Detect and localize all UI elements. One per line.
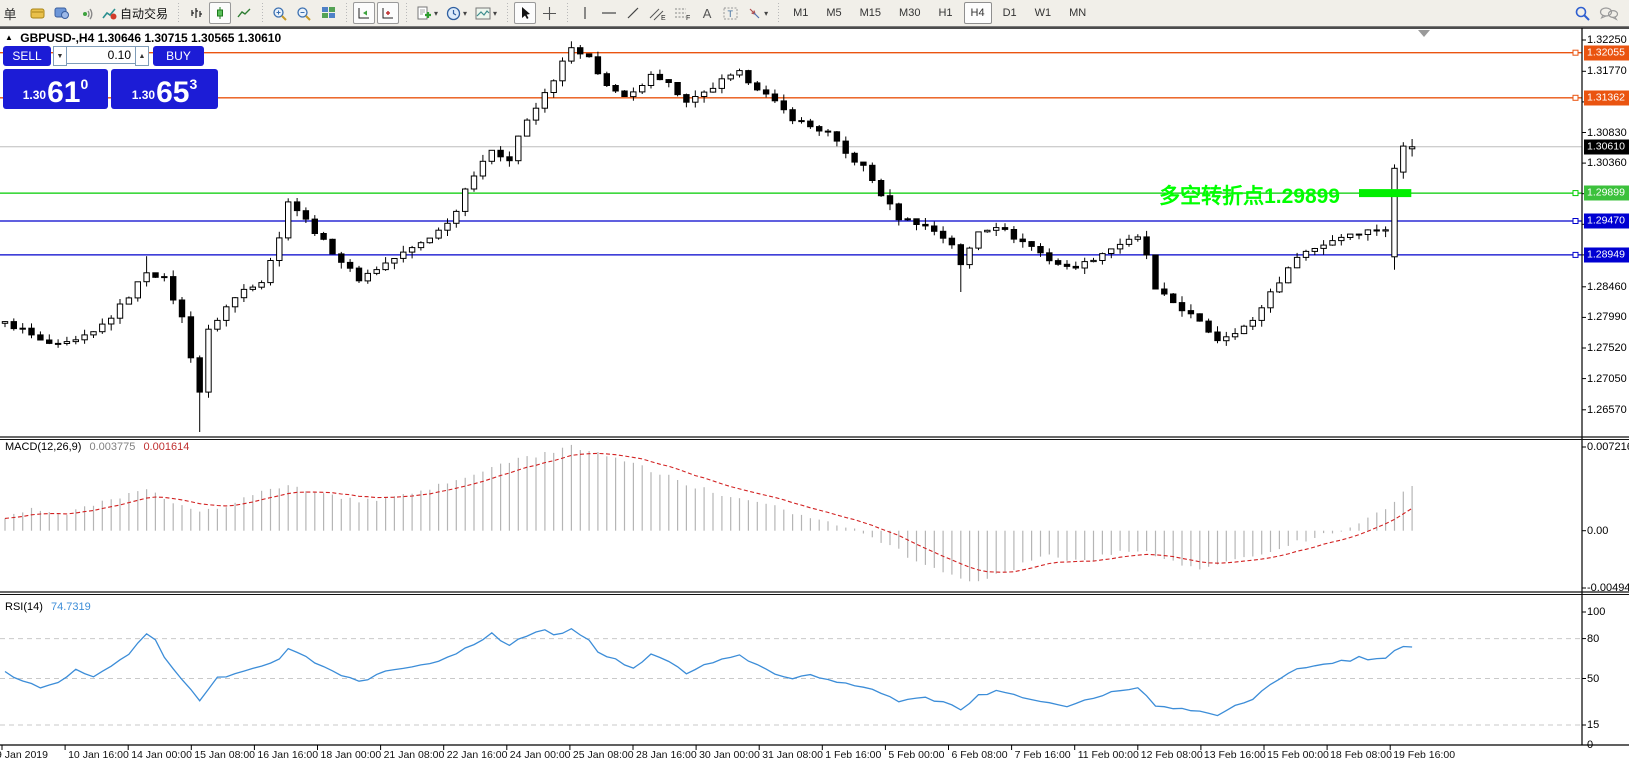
one-click-trading-panel: SELL ▼ ▲ BUY 1.30 61 0 1.30 65 3	[3, 46, 221, 109]
main-toolbar: 单 自动交易 ▾ ▾	[0, 0, 1629, 27]
trendline-tool[interactable]	[622, 2, 644, 24]
signals-icon[interactable]	[75, 2, 97, 24]
toolbar-separator	[343, 3, 349, 23]
terminal-icon[interactable]	[51, 2, 73, 24]
toolbar-separator	[564, 3, 570, 23]
chat-icon[interactable]	[1596, 2, 1622, 24]
channel-tool[interactable]: E	[646, 2, 669, 24]
timeframe-D1[interactable]: D1	[996, 2, 1024, 24]
tile-windows-button[interactable]	[317, 2, 339, 24]
sell-price-display[interactable]: 1.30 61 0	[3, 69, 108, 109]
new-order-button[interactable]: 单	[3, 2, 25, 24]
vertical-line-tool[interactable]	[574, 2, 596, 24]
buy-price-display[interactable]: 1.30 65 3	[111, 69, 218, 109]
rsi-line	[5, 629, 1412, 716]
zoom-out-button[interactable]	[293, 2, 315, 24]
toolbar-separator	[175, 3, 181, 23]
svg-text:E: E	[661, 15, 666, 21]
timeframe-M1[interactable]: M1	[786, 2, 815, 24]
volume-input[interactable]	[67, 46, 135, 64]
fibonacci-tool[interactable]: F	[671, 2, 694, 24]
macd-signal-value: 0.001614	[143, 441, 189, 453]
level-endpoint-marker	[1573, 50, 1578, 55]
macd-main-value: 0.003775	[89, 441, 135, 453]
auto-scroll-button[interactable]	[377, 2, 399, 24]
arrows-tool[interactable]: ▾	[744, 2, 771, 24]
text-label-tool[interactable]: T	[720, 2, 742, 24]
sell-price-sup: 0	[80, 76, 88, 92]
macd-signal-line	[5, 453, 1412, 572]
timeframe-H4[interactable]: H4	[964, 2, 992, 24]
sell-price-big: 61	[47, 80, 80, 106]
line-chart-button[interactable]	[233, 2, 255, 24]
rsi-name: RSI(14)	[5, 601, 43, 613]
timeframe-M15[interactable]: M15	[853, 2, 888, 24]
toolbar-separator	[504, 3, 510, 23]
svg-text:T: T	[728, 9, 734, 19]
timeframe-MN[interactable]: MN	[1062, 2, 1093, 24]
level-endpoint-marker	[1573, 252, 1578, 257]
new-chart-button[interactable]: ▾	[413, 2, 441, 24]
volume-increase-button[interactable]: ▲	[135, 46, 149, 66]
chart-canvas[interactable]	[0, 0, 1629, 770]
macd-histogram	[5, 445, 1412, 581]
chart-title-ohlc: 1.30646 1.30715 1.30565 1.30610	[98, 31, 282, 45]
template-button[interactable]: ▾	[472, 2, 500, 24]
level-endpoint-marker	[1573, 219, 1578, 224]
macd-name: MACD(12,26,9)	[5, 441, 81, 453]
chevron-down-icon: ▾	[764, 9, 768, 18]
buy-price-sup: 3	[189, 76, 197, 92]
svg-text:F: F	[686, 15, 690, 21]
sell-button[interactable]: SELL	[3, 46, 51, 66]
timeframe-group: M1M5M15M30H1H4D1W1MN	[784, 2, 1095, 24]
buy-button[interactable]: BUY	[153, 46, 204, 66]
auto-trading-label: 自动交易	[120, 5, 168, 22]
sell-price-prefix: 1.30	[23, 88, 46, 102]
rsi-value: 74.7319	[51, 601, 91, 613]
level-endpoint-marker	[1573, 191, 1578, 196]
pivot-thick-segment[interactable]	[1359, 189, 1411, 197]
rsi-indicator-label: RSI(14) 74.7319	[5, 601, 91, 613]
search-icon[interactable]	[1571, 2, 1594, 24]
toolbar-separator	[775, 3, 781, 23]
chart-shift-marker	[1418, 30, 1430, 37]
buy-price-big: 65	[156, 80, 189, 106]
candlestick-chart-button[interactable]	[209, 2, 231, 24]
level-endpoint-marker	[1573, 95, 1578, 100]
horizontal-line-tool[interactable]	[598, 2, 620, 24]
chart-title-symbol: GBPUSD-,H4	[20, 31, 94, 45]
toolbar-right-group	[1570, 2, 1623, 24]
chevron-down-icon: ▾	[434, 9, 438, 18]
auto-trading-button[interactable]: 自动交易	[99, 2, 171, 24]
market-watch-icon[interactable]	[27, 2, 49, 24]
chevron-down-icon: ▾	[493, 9, 497, 18]
pivot-annotation-text[interactable]: 多空转折点1.29899	[1058, 180, 1340, 210]
toolbar-separator	[403, 3, 409, 23]
crosshair-tool-button[interactable]	[538, 2, 560, 24]
volume-decrease-button[interactable]: ▼	[53, 46, 67, 66]
chevron-down-icon: ▾	[463, 9, 467, 18]
period-button[interactable]: ▾	[443, 2, 470, 24]
chart-shift-button[interactable]	[353, 2, 375, 24]
collapse-panel-icon[interactable]: ▲	[5, 33, 13, 42]
buy-price-prefix: 1.30	[132, 88, 155, 102]
timeframe-M5[interactable]: M5	[819, 2, 848, 24]
macd-indicator-label: MACD(12,26,9) 0.003775 0.001614	[5, 441, 189, 453]
bar-chart-button[interactable]	[185, 2, 207, 24]
timeframe-H1[interactable]: H1	[931, 2, 959, 24]
timeframe-W1[interactable]: W1	[1028, 2, 1059, 24]
timeframe-M30[interactable]: M30	[892, 2, 927, 24]
zoom-in-button[interactable]	[269, 2, 291, 24]
text-tool[interactable]: A	[696, 2, 718, 24]
toolbar-separator	[259, 3, 265, 23]
cursor-tool-button[interactable]	[514, 2, 536, 24]
chart-title: ▲ GBPUSD-,H4 1.30646 1.30715 1.30565 1.3…	[5, 31, 281, 45]
